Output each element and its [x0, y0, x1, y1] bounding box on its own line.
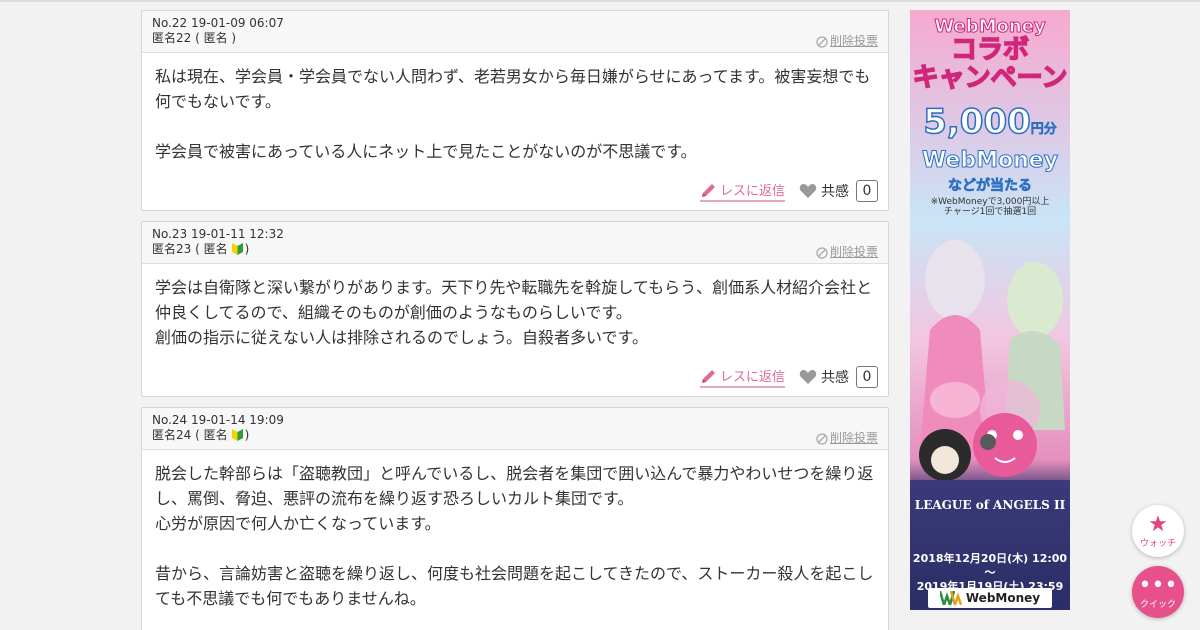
post-body: 学会は自衛隊と深い繋がりがあります。天下り先や転職先を斡旋してもらう、創価系人材… — [155, 278, 873, 347]
ad-title-brand: WebMoney — [934, 16, 1046, 38]
beginner-mark-icon — [231, 243, 243, 255]
post-23: No.23 19-01-11 12:32 匿名23 ( 匿名) 削除投票 学会は… — [141, 221, 889, 397]
delete-vote-link[interactable]: 削除投票 — [816, 34, 878, 49]
star-icon: ★ — [1148, 511, 1168, 537]
post-meta: No.23 19-01-11 12:32 — [152, 227, 284, 241]
ad-footer: LEAGUE of ANGELS II 2018年12月20日(木) 12:00… — [910, 480, 1070, 610]
pencil-icon — [701, 183, 715, 197]
ban-icon — [816, 246, 828, 259]
reply-label: レスに返信 — [719, 184, 785, 199]
ad-amount-value: 5,000 — [922, 101, 1031, 143]
post-actions: レスに返信 共感 0 — [142, 360, 888, 394]
post-header: No.24 19-01-14 19:09 匿名24 ( 匿名) 削除投票 — [142, 408, 888, 450]
pencil-icon — [701, 369, 715, 383]
reply-button[interactable]: レスに返信 — [699, 180, 785, 202]
ad-amount-unit: 円分 — [1030, 122, 1058, 138]
heart-icon — [799, 184, 817, 198]
ad-collab-title: LEAGUE of ANGELS II — [914, 498, 1066, 512]
reply-button[interactable]: レスに返信 — [699, 366, 785, 388]
delete-vote-label: 削除投票 — [829, 431, 878, 445]
post-meta: No.22 19-01-09 06:07 — [152, 16, 284, 30]
ad-title-line1: コラボ — [950, 35, 1030, 65]
post-header: No.23 19-01-11 12:32 匿名23 ( 匿名) 削除投票 — [142, 222, 888, 264]
heart-icon — [799, 370, 817, 384]
post-author: 匿名23 ( 匿名) — [152, 242, 878, 257]
post-22: No.22 19-01-09 06:07 匿名22 ( 匿名 ) 削除投票 私は… — [141, 10, 889, 211]
ad-note: ※WebMoneyで3,000円以上 チャージ1回で抽選1回 — [930, 197, 1050, 217]
ad-title-collab: コラボ キャンペーン — [910, 35, 1070, 93]
post-author: 匿名24 ( 匿名) — [152, 428, 878, 443]
like-count: 0 — [856, 366, 878, 388]
post-meta: No.24 19-01-14 19:09 — [152, 413, 284, 427]
post-author-close: ) — [244, 428, 250, 442]
like-label: 共感 — [821, 370, 849, 386]
ad-banner[interactable]: WebMoney コラボ キャンペーン 5,000円分 WebMoney などが… — [910, 10, 1070, 610]
ad-brand-line: WebMoney — [921, 148, 1059, 174]
post-author-name: 匿名24 ( 匿名 — [152, 428, 228, 442]
like-label: 共感 — [821, 184, 849, 200]
post-header: No.22 19-01-09 06:07 匿名22 ( 匿名 ) 削除投票 — [142, 11, 888, 53]
ad-footer-brand: WebMoney — [928, 588, 1052, 608]
ad-title-line2: キャンペーン — [912, 63, 1068, 93]
like-count: 0 — [856, 180, 878, 202]
ad-win-line: などが当たる — [948, 178, 1033, 195]
ad-character-art — [919, 240, 1065, 481]
post-24: No.24 19-01-14 19:09 匿名24 ( 匿名) 削除投票 脱会し… — [141, 407, 889, 630]
delete-vote-link[interactable]: 削除投票 — [816, 431, 878, 446]
post-feed: No.22 19-01-09 06:07 匿名22 ( 匿名 ) 削除投票 私は… — [141, 10, 889, 630]
quick-label: クイック — [1139, 599, 1176, 610]
post-author-close: ) — [244, 242, 250, 256]
quick-menu-button[interactable]: ••• クイック — [1132, 566, 1184, 618]
post-author: 匿名22 ( 匿名 ) — [152, 31, 237, 45]
more-dots-icon: ••• — [1138, 572, 1178, 598]
post-actions: レスに返信 共感 0 — [142, 174, 888, 208]
ban-icon — [816, 35, 828, 48]
watch-label: ウォッチ — [1139, 538, 1176, 549]
post-author-name: 匿名23 ( 匿名 — [152, 242, 228, 256]
like-button[interactable]: 共感 0 — [799, 180, 878, 202]
webmoney-logo-icon — [939, 591, 962, 605]
ad-amount: 5,000円分 — [910, 101, 1070, 143]
reply-label: レスに返信 — [719, 370, 785, 385]
post-body: 脱会した幹部らは「盗聴教団」と呼んでいるし、脱会者を集団で囲い込んで暴力やわいせ… — [155, 464, 874, 608]
delete-vote-label: 削除投票 — [829, 34, 878, 48]
delete-vote-label: 削除投票 — [829, 245, 878, 259]
like-button[interactable]: 共感 0 — [799, 366, 878, 388]
post-body: 私は現在、学会員・学会員でない人問わず、老若男女から毎日嫌がらせにあってます。被… — [155, 67, 871, 161]
ad-footer-brand-label: WebMoney — [965, 591, 1041, 605]
watch-button[interactable]: ★ ウォッチ — [1132, 505, 1184, 557]
beginner-mark-icon — [231, 429, 243, 441]
delete-vote-link[interactable]: 削除投票 — [816, 245, 878, 260]
top-border — [0, 0, 1200, 2]
ban-icon — [816, 432, 828, 445]
